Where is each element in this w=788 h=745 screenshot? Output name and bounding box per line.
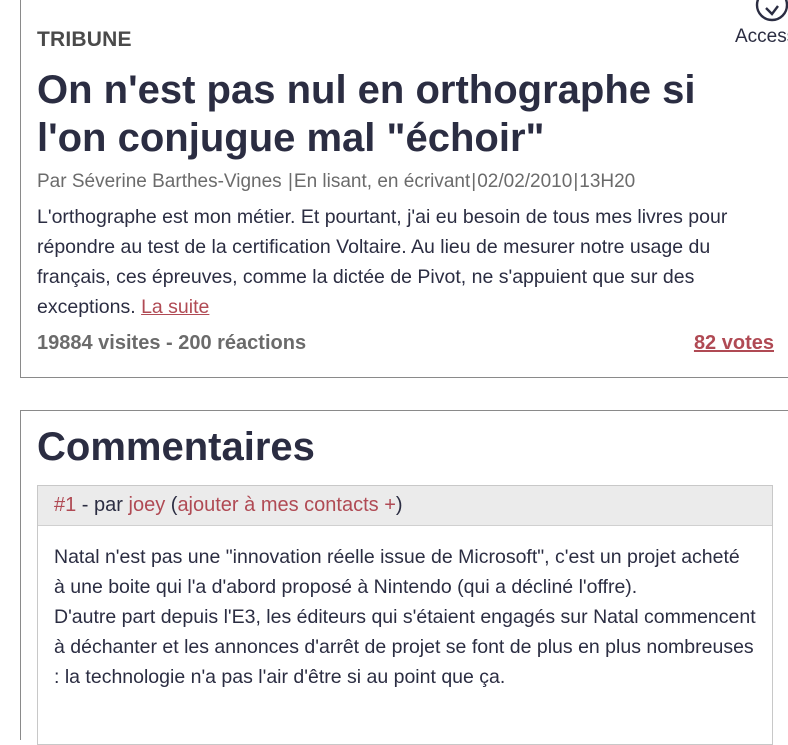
comments-title: Commentaires — [37, 425, 315, 469]
add-contact-link[interactable]: ajouter à mes contacts + — [177, 494, 395, 516]
article-byline: Par Séverine Barthes-Vignes |En lisant, … — [37, 171, 636, 192]
byline-time: 13H20 — [579, 171, 636, 192]
accessibility-button[interactable]: Accessibilité — [735, 0, 788, 50]
article-kicker: TRIBUNE — [37, 28, 132, 51]
article-stats: 19884 visites - 200 réactions — [37, 332, 307, 354]
read-more-link[interactable]: La suite — [141, 296, 209, 318]
article-title[interactable]: On n'est pas nul en orthographe si l'on … — [37, 66, 757, 162]
comment-body: Natal n'est pas une "innovation réelle i… — [38, 526, 772, 692]
comment-paragraph: Natal n'est pas une "innovation réelle i… — [54, 546, 740, 598]
accessibility-label: Accessibilité — [735, 26, 788, 47]
byline-author: Séverine Barthes-Vignes — [71, 171, 282, 192]
comment-header: #1 - par joey (ajouter à mes contacts +) — [38, 486, 772, 526]
comment-item: #1 - par joey (ajouter à mes contacts +)… — [37, 485, 773, 745]
comment-author-link[interactable]: joey — [129, 494, 166, 516]
byline-date: 02/02/2010 — [477, 171, 573, 192]
comment-number-link[interactable]: #1 — [54, 494, 76, 516]
comment-by-label: - par — [76, 494, 129, 516]
votes-link[interactable]: 82 votes — [694, 332, 774, 355]
comment-paragraph: D'autre part depuis l'E3, les éditeurs q… — [54, 606, 756, 688]
byline-prefix: Par — [37, 171, 67, 192]
byline-category: En lisant, en écrivant — [293, 171, 471, 192]
accessibility-icon — [755, 0, 788, 22]
article-excerpt: L'orthographe est mon métier. Et pourtan… — [37, 202, 772, 322]
